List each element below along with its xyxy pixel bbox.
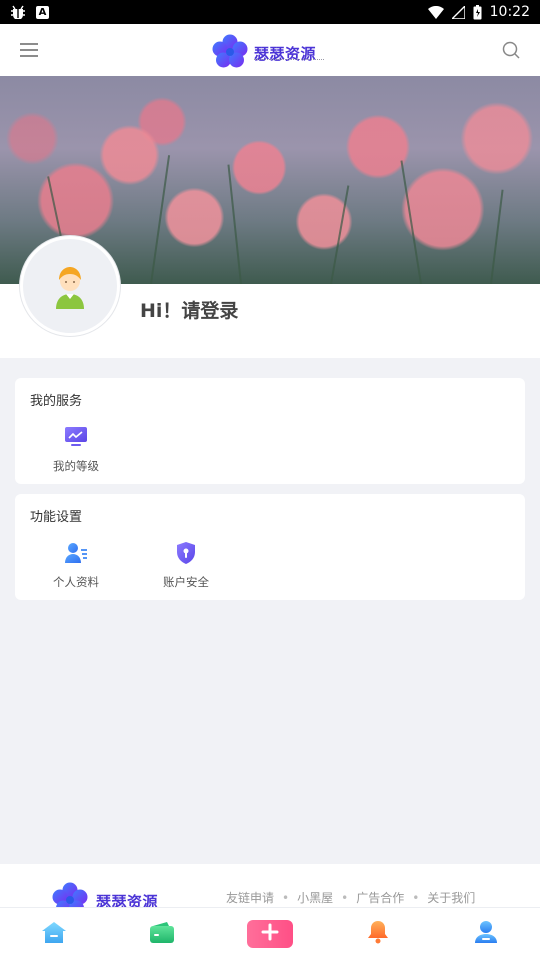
settings-title: 功能设置 bbox=[30, 510, 83, 525]
bottom-tab-bar bbox=[0, 907, 540, 960]
account-security-label: 账户安全 bbox=[163, 575, 209, 589]
footer-link-blacklist[interactable]: 小黑屋 bbox=[297, 889, 333, 906]
status-bar: A 10:22 bbox=[0, 0, 540, 24]
avatar[interactable] bbox=[20, 236, 120, 336]
logo-tagline-decoration bbox=[254, 59, 324, 61]
tab-notifications[interactable] bbox=[364, 920, 392, 948]
footer: 瑟瑟资源 友链申请 • 小黑屋 • 广告合作 • 关于我们 bbox=[0, 864, 540, 916]
account-security-item[interactable]: 账户安全 bbox=[141, 540, 231, 590]
menu-icon[interactable] bbox=[18, 39, 40, 61]
tab-home[interactable] bbox=[40, 920, 68, 948]
footer-link-about[interactable]: 关于我们 bbox=[427, 889, 475, 906]
app-notification-icon: A bbox=[36, 5, 49, 19]
wifi-icon bbox=[427, 5, 444, 19]
tab-profile[interactable] bbox=[472, 920, 500, 948]
home-icon bbox=[41, 920, 67, 948]
tab-publish[interactable] bbox=[247, 920, 293, 948]
footer-link-friend-links[interactable]: 友链申请 bbox=[226, 889, 274, 906]
settings-card: 功能设置 个人资料 账户安全 bbox=[15, 494, 525, 600]
flower-logo-icon bbox=[212, 34, 248, 72]
bell-icon bbox=[366, 920, 390, 948]
services-title: 我的服务 bbox=[30, 394, 83, 409]
user-icon bbox=[474, 920, 498, 948]
plus-icon bbox=[261, 923, 279, 945]
wallet-icon bbox=[149, 920, 175, 948]
bug-notification-icon bbox=[10, 5, 26, 19]
my-level-label: 我的等级 bbox=[53, 459, 99, 473]
footer-link-ads[interactable]: 广告合作 bbox=[356, 889, 404, 906]
battery-icon bbox=[473, 4, 482, 20]
login-prompt[interactable]: Hi！请登录 bbox=[140, 296, 238, 323]
clock: 10:22 bbox=[489, 4, 530, 20]
profile-card-icon bbox=[63, 540, 89, 566]
chart-monitor-icon bbox=[63, 424, 89, 450]
services-card: 我的服务 我的等级 bbox=[15, 378, 525, 484]
site-logo[interactable]: 瑟瑟资源 bbox=[212, 34, 324, 72]
tab-wallet[interactable] bbox=[148, 920, 176, 948]
profile-item[interactable]: 个人资料 bbox=[31, 540, 121, 590]
footer-links: 友链申请 • 小黑屋 • 广告合作 • 关于我们 bbox=[226, 889, 476, 906]
shield-lock-icon bbox=[173, 540, 199, 566]
profile-label: 个人资料 bbox=[53, 575, 99, 589]
top-bar: 瑟瑟资源 bbox=[0, 24, 540, 76]
my-level-item[interactable]: 我的等级 bbox=[31, 424, 121, 474]
search-icon[interactable] bbox=[500, 39, 522, 61]
signal-icon bbox=[451, 5, 465, 19]
